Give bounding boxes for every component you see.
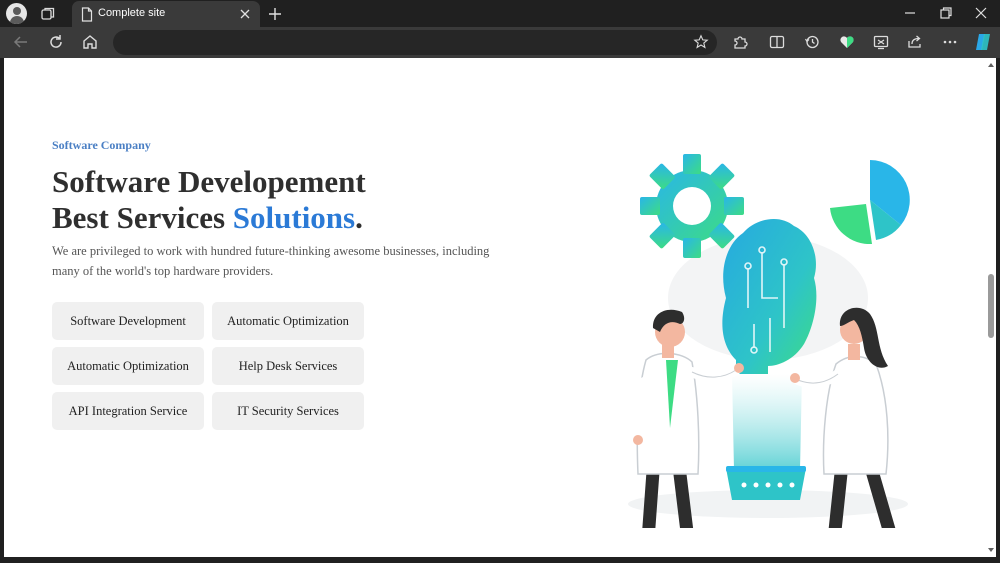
share-icon[interactable]	[906, 33, 924, 51]
restore-icon[interactable]	[938, 5, 954, 21]
copilot-icon[interactable]	[973, 32, 993, 52]
refresh-icon[interactable]	[47, 33, 65, 51]
home-icon[interactable]	[81, 33, 99, 51]
heading-accent-word: Solutions	[232, 200, 356, 235]
scroll-up-arrow-icon[interactable]	[987, 61, 995, 69]
history-icon[interactable]	[803, 33, 821, 51]
address-bar[interactable]	[113, 30, 717, 55]
more-dots-icon[interactable]	[941, 33, 959, 51]
hero-description: We are privileged to work with hundred f…	[52, 244, 490, 278]
service-button-api-integration[interactable]: API Integration Service	[52, 392, 204, 430]
minimize-icon[interactable]	[902, 5, 918, 21]
profile-avatar-icon[interactable]	[6, 3, 27, 24]
star-icon[interactable]	[693, 34, 709, 50]
hero-illustration	[628, 154, 910, 528]
page-scrollbar[interactable]	[986, 58, 996, 557]
heading-line-2-prefix: Best Services	[52, 200, 233, 235]
service-button-automatic-optimization[interactable]: Automatic Optimization	[212, 302, 364, 340]
tab-title: Complete site	[98, 7, 166, 19]
gear-icon	[640, 154, 744, 258]
document-icon	[81, 7, 93, 22]
pie-chart-icon	[830, 160, 910, 245]
puzzle-icon[interactable]	[731, 33, 749, 51]
web-capture-icon[interactable]	[872, 33, 890, 51]
pedestal	[726, 466, 806, 500]
workspaces-icon[interactable]	[40, 6, 56, 22]
heart-icon[interactable]	[838, 33, 856, 51]
hero-heading: Software Developement Best Services Solu…	[52, 164, 366, 236]
service-button-software-development[interactable]: Software Development	[52, 302, 204, 340]
split-screen-icon[interactable]	[768, 33, 786, 51]
window-close-icon[interactable]	[973, 5, 989, 21]
close-icon[interactable]	[238, 7, 252, 21]
heading-line-2-suffix: .	[355, 200, 363, 235]
tab-strip: Complete site	[0, 0, 1000, 27]
tab-complete-site[interactable]: Complete site	[72, 1, 260, 27]
service-button-automatic-optimization-2[interactable]: Automatic Optimization	[52, 347, 204, 385]
plus-icon[interactable]	[266, 5, 284, 23]
page-viewport: Software Company Software Developement B…	[4, 58, 986, 557]
hero-eyebrow: Software Company	[52, 138, 151, 152]
service-button-it-security[interactable]: IT Security Services	[212, 392, 364, 430]
heading-line-1: Software Developement	[52, 164, 366, 199]
browser-toolbar	[0, 27, 1000, 58]
arrow-left-icon[interactable]	[12, 33, 30, 51]
service-button-help-desk[interactable]: Help Desk Services	[212, 347, 364, 385]
hologram-beam	[732, 374, 802, 470]
scroll-down-arrow-icon[interactable]	[987, 546, 995, 554]
scrollbar-thumb[interactable]	[988, 274, 994, 338]
window-bottom-edge	[0, 557, 1000, 563]
